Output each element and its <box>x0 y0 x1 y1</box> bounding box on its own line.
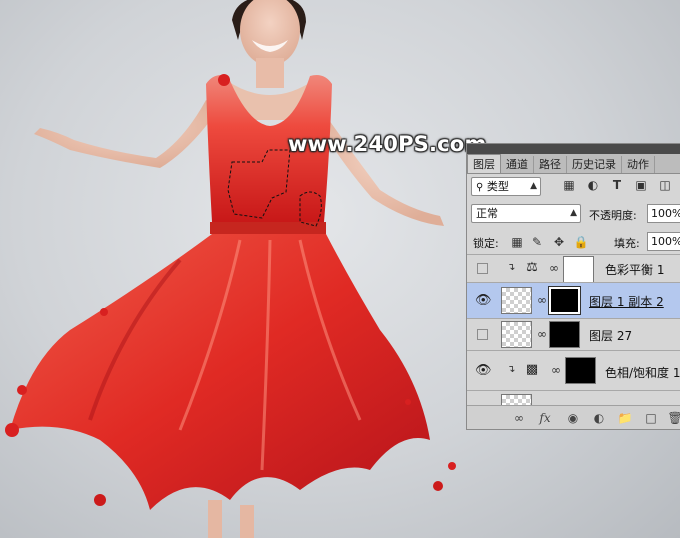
layer-row-27[interactable]: ∞ 图层 27 <box>467 318 680 350</box>
eye-icon[interactable]: 👁 <box>475 364 492 377</box>
filter-type-icon[interactable]: T <box>609 177 625 193</box>
lock-brush-icon[interactable]: ✎ <box>529 234 545 250</box>
link-chain-icon[interactable]: ∞ <box>551 363 561 377</box>
panel-tabs: 图层 通道 路径 历史记录 动作 <box>467 154 680 174</box>
filter-smart-object-icon[interactable]: ◫ <box>657 177 673 193</box>
blend-mode-value: 正常 <box>476 207 498 220</box>
link-chain-icon[interactable]: ∞ <box>537 293 547 307</box>
hue-saturation-icon: ▩ <box>525 362 539 377</box>
lock-transparent-icon[interactable]: ▦ <box>509 234 525 250</box>
fx-icon[interactable]: fx <box>537 410 553 426</box>
filter-type-label: 类型 <box>486 180 509 193</box>
color-balance-icon: ⚖ <box>526 260 538 275</box>
lock-label: 锁定: <box>473 237 499 250</box>
fill-label: 填充: <box>614 237 640 250</box>
new-layer-icon[interactable]: □ <box>643 410 659 426</box>
tab-actions[interactable]: 动作 <box>622 156 655 173</box>
layer-row-hue-saturation[interactable]: 👁 ↴ ▩ ∞ 色相/饱和度 1 <box>467 350 680 390</box>
layer-mask-thumbnail[interactable] <box>565 357 596 384</box>
visibility-toggle[interactable] <box>477 263 488 274</box>
layers-panel: 图层 通道 路径 历史记录 动作 ⚲ 类型 ▲︎ ▦ ◐ T ▣ ◫ 正常 ▲︎… <box>466 143 680 430</box>
clip-arrow-icon: ↴ <box>507 364 516 375</box>
panel-bottom-bar: ∞ fx ◉ ◐ 📁 □ 🗑 <box>467 405 680 429</box>
layer-thumbnail[interactable] <box>501 321 532 348</box>
filter-shape-icon[interactable]: ▣ <box>633 177 649 193</box>
filter-adjustment-icon[interactable]: ◐ <box>585 177 601 193</box>
link-icon[interactable]: ∞ <box>511 410 527 426</box>
tab-history[interactable]: 历史记录 <box>567 156 622 173</box>
link-chain-icon[interactable]: ∞ <box>537 327 547 341</box>
layer-name[interactable]: 色相/饱和度 1 <box>605 364 680 381</box>
filter-type-select[interactable]: ⚲ 类型 ▲︎ <box>471 177 541 196</box>
lock-row: 锁定: ▦ ✎ ✥ 🔒 填充: 100% <box>467 232 680 252</box>
layer-name[interactable]: 图层 1 副本 2 <box>589 293 664 310</box>
layer-name[interactable]: 色彩平衡 1 <box>605 261 664 278</box>
blend-row: 正常 ▲︎ 不透明度: 100% <box>467 204 680 224</box>
tab-channels[interactable]: 通道 <box>501 156 534 173</box>
layer-mask-thumbnail[interactable] <box>563 256 594 283</box>
link-chain-icon[interactable]: ∞ <box>549 261 559 275</box>
tab-paths[interactable]: 路径 <box>534 156 567 173</box>
layer-row-color-balance[interactable]: ↴ ⚖ ∞ 色彩平衡 1 <box>467 254 680 283</box>
watermark-text: www.240PS.com <box>288 132 487 156</box>
layer-mask-thumbnail[interactable] <box>549 287 580 314</box>
dropdown-arrow-icon: ▲︎ <box>530 181 537 191</box>
tab-layers[interactable]: 图层 <box>467 154 501 173</box>
filter-row: ⚲ 类型 ▲︎ ▦ ◐ T ▣ ◫ <box>467 177 680 197</box>
eye-icon[interactable]: 👁 <box>475 294 492 307</box>
layer-mask-thumbnail[interactable] <box>549 321 580 348</box>
blend-mode-select[interactable]: 正常 ▲︎ <box>471 204 581 223</box>
clip-arrow-icon: ↴ <box>507 262 516 273</box>
folder-icon[interactable]: 📁 <box>617 410 633 426</box>
search-icon: ⚲ <box>476 182 484 193</box>
layer-row-copy[interactable]: 👁 ∞ 图层 1 副本 2 <box>467 282 680 318</box>
mask-icon[interactable]: ◉ <box>565 410 581 426</box>
panel-title-bar[interactable] <box>467 144 680 154</box>
layer-thumbnail[interactable] <box>501 287 532 314</box>
layer-row-partial[interactable] <box>467 390 680 406</box>
opacity-label: 不透明度: <box>589 209 637 222</box>
trash-icon[interactable]: 🗑 <box>667 410 680 426</box>
dropdown-arrow-icon: ▲︎ <box>570 208 577 218</box>
adjustment-icon[interactable]: ◐ <box>591 410 607 426</box>
lock-move-icon[interactable]: ✥ <box>551 234 567 250</box>
lock-all-icon[interactable]: 🔒 <box>573 234 589 250</box>
opacity-input[interactable]: 100% <box>647 204 680 223</box>
filter-pixel-icon[interactable]: ▦ <box>561 177 577 193</box>
visibility-toggle[interactable] <box>477 329 488 340</box>
layer-name[interactable]: 图层 27 <box>589 327 632 344</box>
fill-input[interactable]: 100% <box>647 232 680 251</box>
